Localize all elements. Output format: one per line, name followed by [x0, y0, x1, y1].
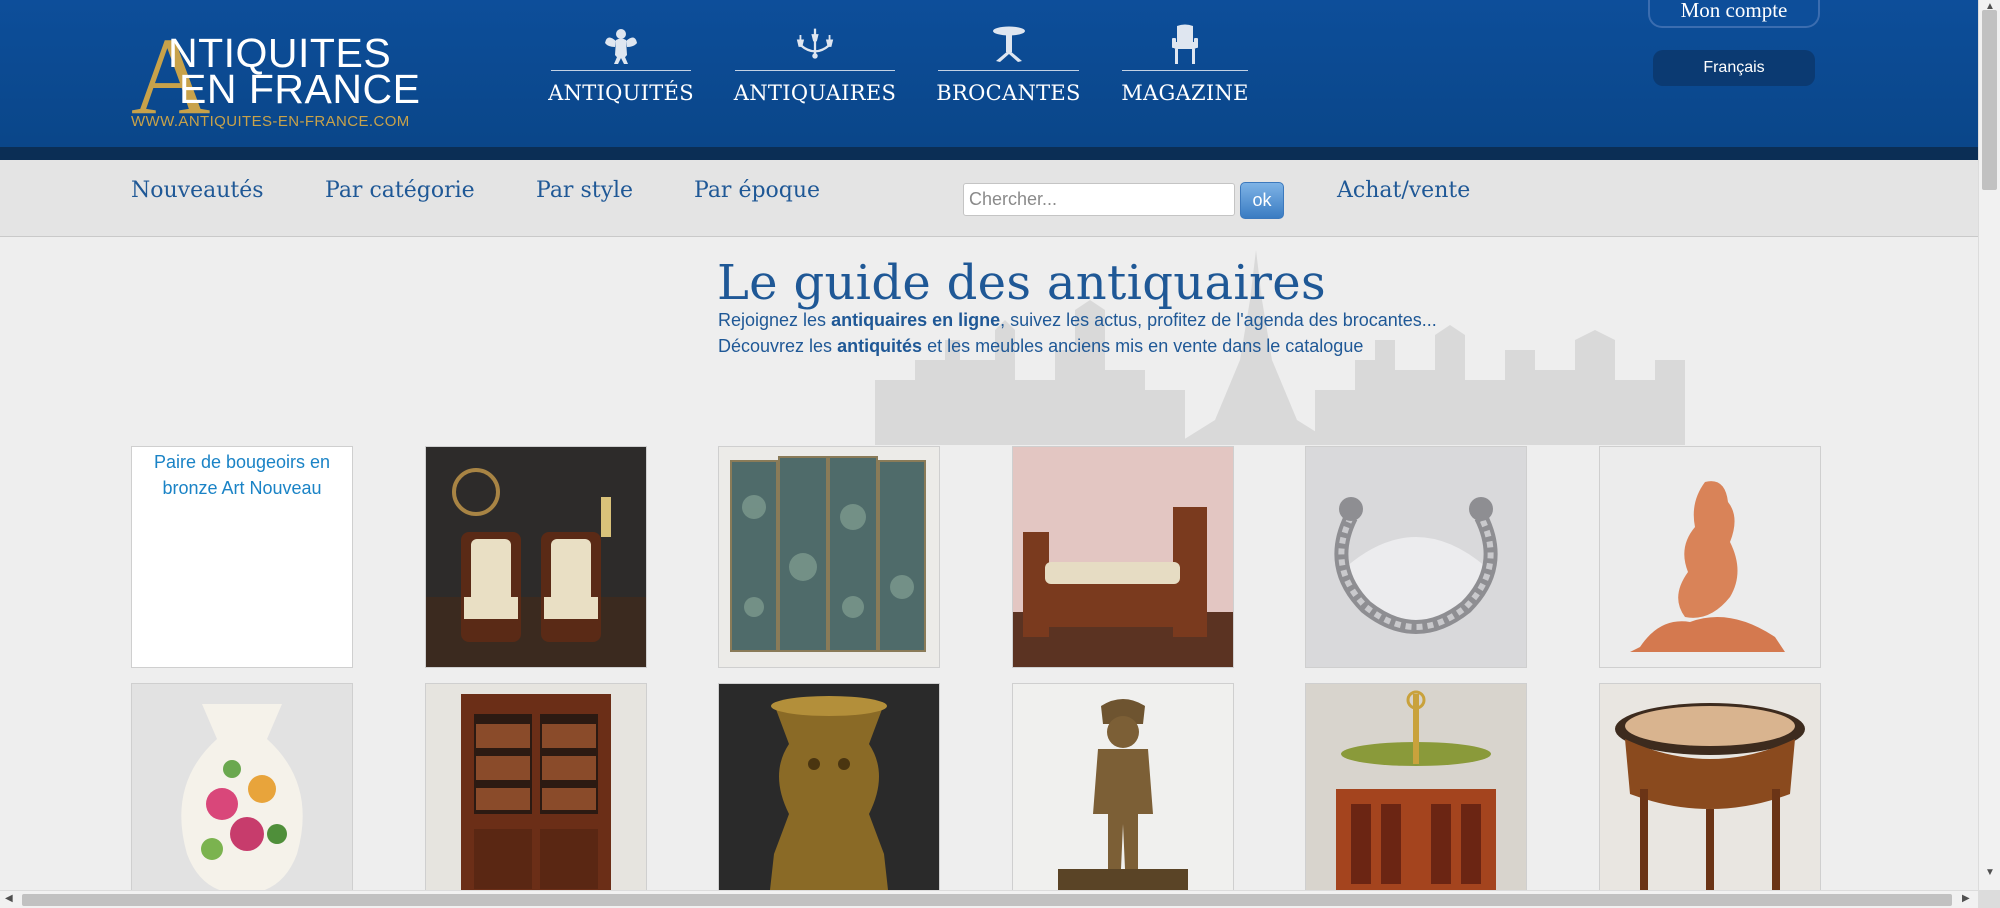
product-thumb-vase[interactable] — [131, 683, 353, 905]
vertical-scrollbar[interactable]: ▲ ▼ — [1978, 0, 2000, 890]
chandelier-icon — [795, 24, 835, 66]
hero-text: Rejoignez les — [718, 310, 832, 330]
armchair-icon — [1165, 24, 1205, 66]
nav-magazine[interactable]: MAGAZINE — [1121, 24, 1249, 114]
vertical-scrollbar-thumb[interactable] — [1982, 10, 1997, 190]
nav-antiquites-label: ANTIQUITÉS — [548, 81, 694, 105]
hero-link-antiquites[interactable]: antiquités — [837, 336, 922, 356]
hero-text: , suivez les actus, profitez de l'agenda… — [1000, 310, 1437, 330]
product-thumb-daybed[interactable] — [1012, 446, 1234, 668]
horizontal-scrollbar[interactable]: ◀ ▶ — [0, 890, 1978, 908]
side-table-photo — [1600, 684, 1820, 904]
nav-divider — [551, 70, 691, 71]
nav-antiquites[interactable]: ANTIQUITÉS — [548, 24, 694, 114]
hero-line-1: Rejoignez les antiquaires en ligne, suiv… — [718, 310, 1437, 331]
subnav-nouveautes[interactable]: Nouveautés — [131, 178, 264, 203]
bookcase-photo — [426, 684, 646, 904]
pedestal-table-icon — [989, 24, 1029, 66]
subnav-par-epoque[interactable]: Par époque — [694, 178, 820, 203]
bronze-figure-photo — [719, 684, 939, 904]
product-thumb-sculpture[interactable] — [1599, 446, 1821, 668]
product-thumb-bougeoirs[interactable]: Paire de bougeoirs en bronze Art Nouveau — [131, 446, 353, 668]
horizontal-scrollbar-thumb[interactable] — [22, 894, 1952, 906]
product-thumb-bronze-figure[interactable] — [718, 683, 940, 905]
nav-antiquaires[interactable]: ANTIQUAIRES — [733, 24, 897, 114]
site-header: A NTIQUITES EN FRANCE WWW.ANTIQUITES-EN-… — [0, 0, 1978, 147]
bronze-boy-photo — [1013, 684, 1233, 904]
daybed-photo — [1013, 447, 1233, 667]
logo-url: WWW.ANTIQUITES-EN-FRANCE.COM — [131, 113, 410, 130]
account-button[interactable]: Mon compte — [1648, 0, 1820, 28]
nav-brocantes[interactable]: BROCANTES — [936, 24, 1081, 114]
logo-line-2: EN FRANCE — [179, 66, 421, 112]
subnav-achat-vente[interactable]: Achat/vente — [1337, 178, 1470, 203]
scroll-right-arrow-icon[interactable]: ▶ — [1962, 894, 1970, 904]
scrollbar-corner — [1978, 890, 2000, 908]
product-thumb-side-table[interactable] — [1599, 683, 1821, 905]
product-thumb-bouillotte-lamp[interactable] — [1305, 683, 1527, 905]
product-thumb-bronze-boy[interactable] — [1012, 683, 1234, 905]
bracelet-photo — [1306, 447, 1526, 667]
nav-divider — [938, 70, 1079, 71]
folding-screen-photo — [719, 447, 939, 667]
nav-antiquaires-label: ANTIQUAIRES — [733, 81, 897, 105]
broken-image-alt-text: Paire de bougeoirs en bronze Art Nouveau — [153, 452, 331, 498]
search-input[interactable] — [963, 183, 1235, 216]
nav-divider — [735, 70, 895, 71]
vase-photo — [132, 684, 352, 904]
header-stripe — [0, 147, 1978, 160]
nav-brocantes-label: BROCANTES — [936, 81, 1081, 105]
site-logo[interactable]: A NTIQUITES EN FRANCE WWW.ANTIQUITES-EN-… — [131, 21, 436, 131]
hero-link-antiquaires-en-ligne[interactable]: antiquaires en ligne — [831, 310, 1000, 330]
cherub-icon — [601, 24, 641, 66]
product-thumb-armchairs[interactable] — [425, 446, 647, 668]
search-ok-button[interactable]: ok — [1240, 182, 1284, 219]
nav-magazine-label: MAGAZINE — [1121, 81, 1249, 105]
subnav-par-categorie[interactable]: Par catégorie — [325, 178, 475, 203]
product-thumb-folding-screen[interactable] — [718, 446, 940, 668]
product-thumb-bracelet[interactable] — [1305, 446, 1527, 668]
page-title: Le guide des antiquaires — [717, 255, 1326, 311]
armchairs-photo — [426, 447, 646, 667]
hero-line-2: Découvrez les antiquités et les meubles … — [718, 336, 1363, 357]
hero-text: Découvrez les — [718, 336, 838, 356]
bouillotte-lamp-photo — [1306, 684, 1526, 904]
scroll-down-arrow-icon[interactable]: ▼ — [1985, 868, 1995, 878]
product-thumb-bookcase[interactable] — [425, 683, 647, 905]
language-selector[interactable]: Français — [1653, 50, 1815, 86]
hero-text: et les meubles anciens mis en vente dans… — [922, 336, 1364, 356]
scroll-left-arrow-icon[interactable]: ◀ — [5, 894, 13, 904]
subnav-par-style[interactable]: Par style — [536, 178, 633, 203]
nav-divider — [1122, 70, 1248, 71]
sculpture-photo — [1600, 447, 1820, 667]
